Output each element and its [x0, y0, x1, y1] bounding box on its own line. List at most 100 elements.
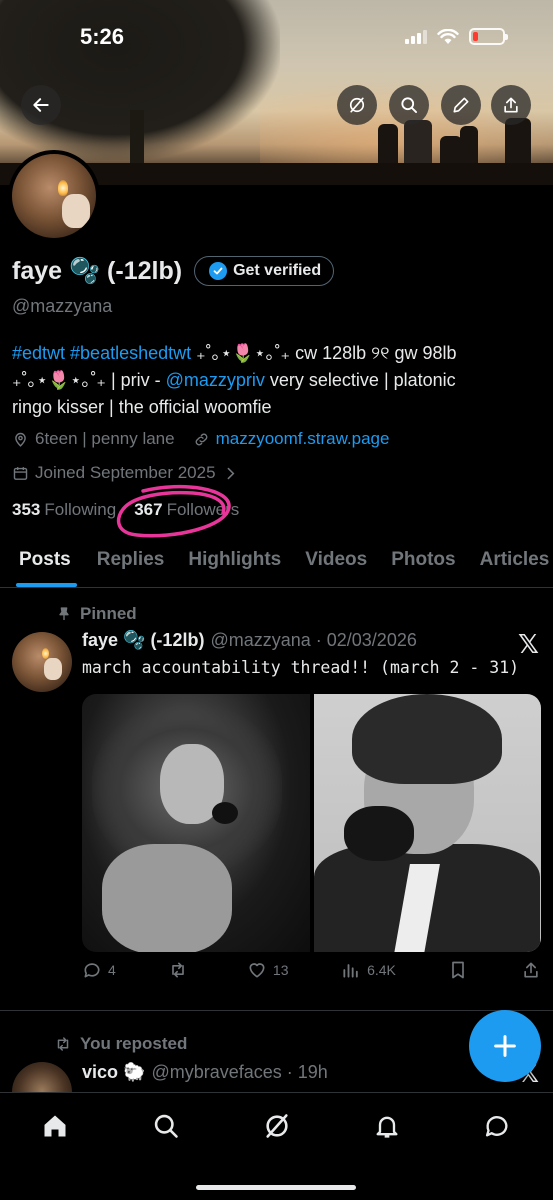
get-verified-label: Get verified	[233, 262, 322, 279]
nav-search[interactable]	[151, 1111, 181, 1141]
reply-count: 4	[108, 962, 116, 978]
grok-icon	[266, 1114, 288, 1138]
bell-icon	[376, 1116, 398, 1138]
views-button[interactable]: 6.4K	[341, 960, 396, 980]
profile-website-link[interactable]: mazzyoomf.straw.page	[216, 429, 390, 449]
post-divider	[0, 1010, 553, 1011]
bio-text: ₊˚｡⋆🌷⋆｡˚₊ cw 128lb ୨୧ gw 98lb	[191, 343, 457, 363]
photo-detail	[343, 806, 414, 861]
search-button[interactable]	[389, 85, 429, 125]
views-chart-icon	[343, 964, 358, 978]
tab-articles[interactable]: Articles	[468, 540, 553, 587]
bottom-navigation	[0, 1092, 553, 1200]
post-actions: 4 13 6.4K	[82, 960, 541, 980]
avatar-flame	[42, 648, 49, 659]
views-count: 6.4K	[367, 962, 396, 978]
profile-joined-row[interactable]: Joined September 2025	[12, 463, 239, 483]
heart-icon	[249, 963, 265, 978]
bio-mention-link[interactable]: @mazzypriv	[166, 370, 265, 390]
tab-photos[interactable]: Photos	[379, 540, 467, 587]
tab-posts[interactable]: Posts	[0, 540, 83, 587]
post-header: faye 🫧 (-12lb) @mazzyana · 02/03/2026	[82, 630, 417, 651]
repost-button[interactable]	[168, 960, 194, 980]
post-media[interactable]	[82, 694, 541, 952]
follow-counts: 353 Following 367 Followers	[12, 500, 239, 520]
nav-messages[interactable]	[482, 1111, 512, 1141]
tab-videos[interactable]: Videos	[293, 540, 379, 587]
get-verified-button[interactable]: Get verified	[194, 256, 335, 286]
profile-joined-date: Joined September 2025	[35, 463, 216, 482]
back-button[interactable]	[21, 85, 61, 125]
wifi-icon	[437, 28, 459, 44]
avatar-hand	[62, 194, 90, 228]
bio-text: ringo kisser | the official woomfie	[12, 397, 272, 417]
link-icon	[195, 433, 208, 445]
profile-avatar[interactable]	[8, 150, 100, 242]
post-handle-date[interactable]: @mazzyana · 02/03/2026	[210, 630, 416, 651]
following-link[interactable]: 353 Following	[12, 500, 116, 520]
bookmark-button[interactable]	[448, 960, 468, 980]
edit-button[interactable]	[441, 85, 481, 125]
profile-name-row: faye 🫧 (-12lb) Get verified	[12, 256, 335, 286]
share-icon	[504, 97, 518, 113]
post-author-name[interactable]: faye 🫧 (-12lb)	[82, 630, 204, 651]
post-text: march accountability thread!! (march 2 -…	[82, 658, 520, 677]
profile-meta-row: 6teen | penny lane mazzyoomf.straw.page	[12, 429, 389, 449]
share-button[interactable]	[491, 85, 531, 125]
post-author-avatar[interactable]	[12, 632, 72, 692]
pinned-indicator: Pinned	[56, 604, 137, 624]
chevron-right-icon	[227, 467, 234, 479]
followers-link[interactable]: 367 Followers	[134, 500, 239, 520]
arrow-left-icon	[33, 98, 49, 112]
home-indicator	[196, 1185, 356, 1190]
bio-hashtags[interactable]: #edtwt #beatleshedtwt	[12, 343, 191, 363]
status-icons	[405, 28, 508, 45]
profile-tabs: Posts Replies Highlights Videos Photos A…	[0, 540, 553, 588]
bio-text: very selective | platonic	[264, 370, 456, 390]
profile-display-name: faye 🫧 (-12lb)	[12, 256, 183, 285]
like-button[interactable]: 13	[247, 960, 289, 980]
grok-button[interactable]	[337, 85, 377, 125]
avatar-flame	[58, 180, 68, 196]
search-icon	[154, 1114, 178, 1138]
compose-post-button[interactable]	[469, 1010, 541, 1082]
nav-grok[interactable]	[262, 1111, 292, 1141]
photo-detail	[351, 694, 502, 784]
status-time: 5:26	[80, 24, 125, 49]
verified-badge-icon	[209, 262, 228, 280]
profile-location: 6teen | penny lane	[35, 429, 175, 448]
location-icon	[15, 432, 26, 447]
home-icon	[44, 1115, 66, 1137]
nav-home[interactable]	[40, 1111, 70, 1141]
tab-replies[interactable]: Replies	[83, 540, 177, 587]
photo-detail	[102, 844, 232, 952]
repost-indicator: You reposted	[54, 1034, 187, 1054]
nav-notifications[interactable]	[372, 1111, 402, 1141]
plus-icon	[494, 1035, 516, 1057]
following-label: Following	[44, 500, 117, 519]
cellular-signal-icon	[405, 29, 427, 44]
grok-icon	[349, 97, 365, 113]
followers-label: Followers	[166, 500, 240, 519]
bookmark-icon	[452, 961, 465, 979]
share-icon	[524, 962, 538, 978]
bio-text: ₊˚｡⋆🌷⋆｡˚₊ | priv -	[12, 370, 166, 390]
calendar-icon	[13, 466, 28, 480]
tab-highlights[interactable]: Highlights	[176, 540, 293, 587]
reply-button[interactable]: 4	[82, 960, 116, 980]
chat-bubble-icon	[485, 1116, 508, 1137]
like-count: 13	[272, 962, 289, 978]
profile-bio: #edtwt #beatleshedtwt ₊˚｡⋆🌷⋆｡˚₊ cw 128lb…	[12, 340, 542, 421]
profile-handle: @mazzyana	[12, 296, 113, 316]
repost-label: You reposted	[80, 1034, 188, 1053]
followers-count: 367	[134, 500, 163, 519]
share-post-button[interactable]	[521, 960, 541, 980]
post-handle-time[interactable]: @mybravefaces · 19h	[151, 1062, 327, 1083]
post-photo-singer[interactable]	[82, 694, 310, 952]
pin-icon	[59, 607, 69, 620]
post-photo-telephone[interactable]	[313, 694, 541, 952]
post-header: vico 🐑 @mybravefaces · 19h	[82, 1062, 328, 1083]
repost-icon	[57, 1037, 69, 1051]
post-author-name[interactable]: vico 🐑	[82, 1062, 145, 1083]
pinned-label: Pinned	[80, 604, 137, 623]
